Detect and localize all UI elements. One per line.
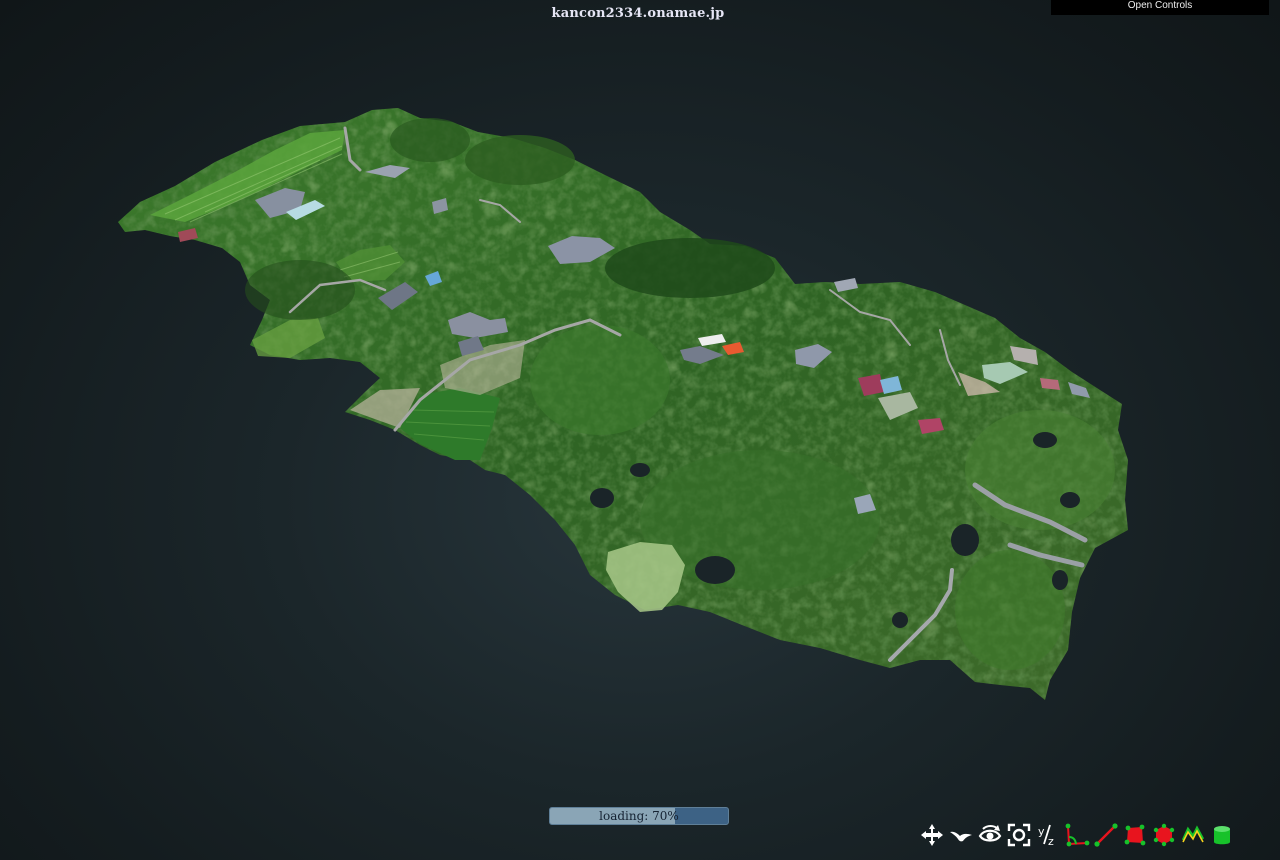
svg-text:z: z xyxy=(1048,835,1054,848)
focus-target-icon xyxy=(1007,823,1031,847)
orbit-mode-button[interactable] xyxy=(976,821,1004,849)
height-profile-button[interactable] xyxy=(1179,821,1207,849)
height-profile-icon xyxy=(1181,825,1205,843)
cylinder-volume-icon xyxy=(1214,826,1230,845)
distance-measure-icon xyxy=(1094,823,1118,847)
eye-orbit-icon xyxy=(978,825,1002,842)
focus-button[interactable] xyxy=(1005,821,1033,849)
fly-bird-icon xyxy=(950,831,972,842)
point-cloud-render[interactable] xyxy=(0,0,1280,860)
distance-measure-button[interactable] xyxy=(1092,821,1120,849)
loading-label: loading: 70% xyxy=(599,809,679,823)
viewer-toolbar: y z xyxy=(918,820,1237,850)
axis-view-button[interactable]: y z xyxy=(1034,821,1062,849)
svg-text:y: y xyxy=(1038,825,1045,838)
terrain-mesh xyxy=(118,108,1128,700)
angle-measure-icon xyxy=(1065,823,1090,847)
loading-progress-bar: loading: 70% xyxy=(549,807,729,825)
point-cloud-viewer[interactable]: kancon2334.onamae.jp Open Controls loadi… xyxy=(0,0,1280,860)
angle-measure-button[interactable] xyxy=(1063,821,1091,849)
navigation-cross-icon xyxy=(921,824,943,846)
cylinder-volume-button[interactable] xyxy=(1208,821,1236,849)
area-measure-button[interactable] xyxy=(1121,821,1149,849)
volume-measure-icon xyxy=(1153,823,1175,847)
fly-mode-button[interactable] xyxy=(947,821,975,849)
navigation-cross-button[interactable] xyxy=(918,821,946,849)
axis-yz-icon: y z xyxy=(1038,824,1054,848)
open-controls-button[interactable]: Open Controls xyxy=(1051,0,1269,15)
area-measure-icon xyxy=(1124,824,1146,846)
volume-measure-button[interactable] xyxy=(1150,821,1178,849)
